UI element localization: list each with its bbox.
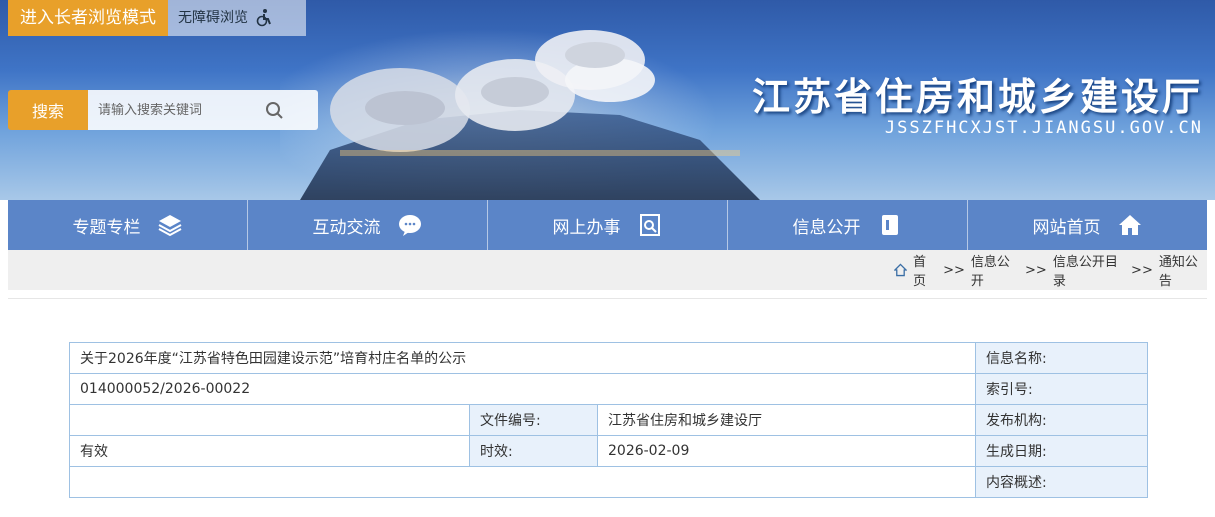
home-icon (1118, 215, 1141, 235)
layers-icon (158, 215, 181, 237)
accessible-browse-link[interactable]: 无障碍浏览 (168, 0, 306, 36)
summary-label: 内容概述: (975, 466, 1148, 498)
nav-item-online-service[interactable]: 网上办事 (488, 200, 728, 250)
publisher-label: 发布机构: (975, 404, 1148, 436)
search-bar: 搜索 (8, 90, 318, 130)
wheelchair-icon (256, 9, 271, 27)
validity-label: 时效: (469, 435, 598, 467)
nav-item-home[interactable]: 网站首页 (968, 200, 1207, 250)
date-label: 生成日期: (975, 435, 1148, 467)
publisher-value: 江苏省住房和城乡建设厅 (597, 404, 976, 436)
doc-no-value (69, 404, 470, 436)
table-row: 文件编号: 江苏省住房和城乡建设厅 发布机构: (69, 404, 1148, 436)
document-search-icon (639, 214, 660, 236)
breadcrumb-info-catalog[interactable]: 信息公开目录 (1053, 251, 1125, 289)
site-title: 江苏省住房和城乡建设厅 (751, 75, 1203, 119)
info-doc-icon (881, 215, 898, 235)
accessibility-bar: 进入长者浏览模式 无障碍浏览 (8, 0, 306, 36)
main-nav: 专题专栏 互动交流 网上办事 信息公开 网站首页 (8, 200, 1207, 250)
title-value: 关于2026年度“江苏省特色田园建设示范”培育村庄名单的公示 (69, 342, 976, 374)
search-button[interactable]: 搜索 (8, 90, 88, 130)
nav-label: 网站首页 (1032, 217, 1101, 238)
table-row: 关于2026年度“江苏省特色田园建设示范”培育村庄名单的公示 信息名称: (69, 342, 1148, 374)
breadcrumb-home[interactable]: 首页 (913, 251, 937, 289)
nav-item-interaction[interactable]: 互动交流 (248, 200, 488, 250)
title-label: 信息名称: (975, 342, 1148, 374)
nav-label: 互动交流 (312, 217, 381, 238)
site-url: JSSZFHCXJST.JIANGSU.GOV.CN (884, 118, 1203, 138)
table-row: 内容概述: (69, 466, 1148, 498)
table-row: 有效 时效: 2026-02-09 生成日期: (69, 435, 1148, 467)
search-icon (266, 102, 283, 119)
breadcrumb-separator: >> (943, 262, 965, 278)
breadcrumb-separator: >> (1025, 262, 1047, 278)
index-label: 索引号: (975, 373, 1148, 405)
breadcrumb-info-disclosure[interactable]: 信息公开 (971, 251, 1019, 289)
doc-no-label: 文件编号: (469, 404, 598, 436)
date-value: 2026-02-09 (597, 435, 976, 467)
breadcrumb-notice[interactable]: 通知公告 (1159, 251, 1207, 289)
nav-label: 专题专栏 (72, 217, 141, 238)
nav-label: 信息公开 (792, 217, 861, 238)
table-row: 014000052/2026-00022 索引号: (69, 373, 1148, 405)
nav-item-topics[interactable]: 专题专栏 (8, 200, 248, 250)
index-value: 014000052/2026-00022 (69, 373, 976, 405)
nav-item-info-disclosure[interactable]: 信息公开 (728, 200, 968, 250)
summary-value (69, 466, 976, 498)
elder-mode-button[interactable]: 进入长者浏览模式 (8, 0, 168, 36)
nav-label: 网上办事 (552, 217, 621, 238)
search-input[interactable] (98, 102, 258, 118)
main-content: 关于2026年度“江苏省特色田园建设示范”培育村庄名单的公示 信息名称: 014… (8, 298, 1207, 517)
info-table: 关于2026年度“江苏省特色田园建设示范”培育村庄名单的公示 信息名称: 014… (69, 342, 1148, 498)
search-field[interactable] (88, 90, 318, 130)
accessible-browse-label: 无障碍浏览 (178, 10, 248, 26)
breadcrumb-separator: >> (1131, 262, 1153, 278)
home-icon (894, 263, 907, 277)
validity-value: 有效 (69, 435, 470, 467)
site-header: 进入长者浏览模式 无障碍浏览 搜索 江苏省住房和城乡建设厅 JSSZFHCXJS… (0, 0, 1215, 200)
chat-icon (398, 215, 421, 236)
breadcrumb: 首页 >> 信息公开 >> 信息公开目录 >> 通知公告 (8, 250, 1207, 290)
